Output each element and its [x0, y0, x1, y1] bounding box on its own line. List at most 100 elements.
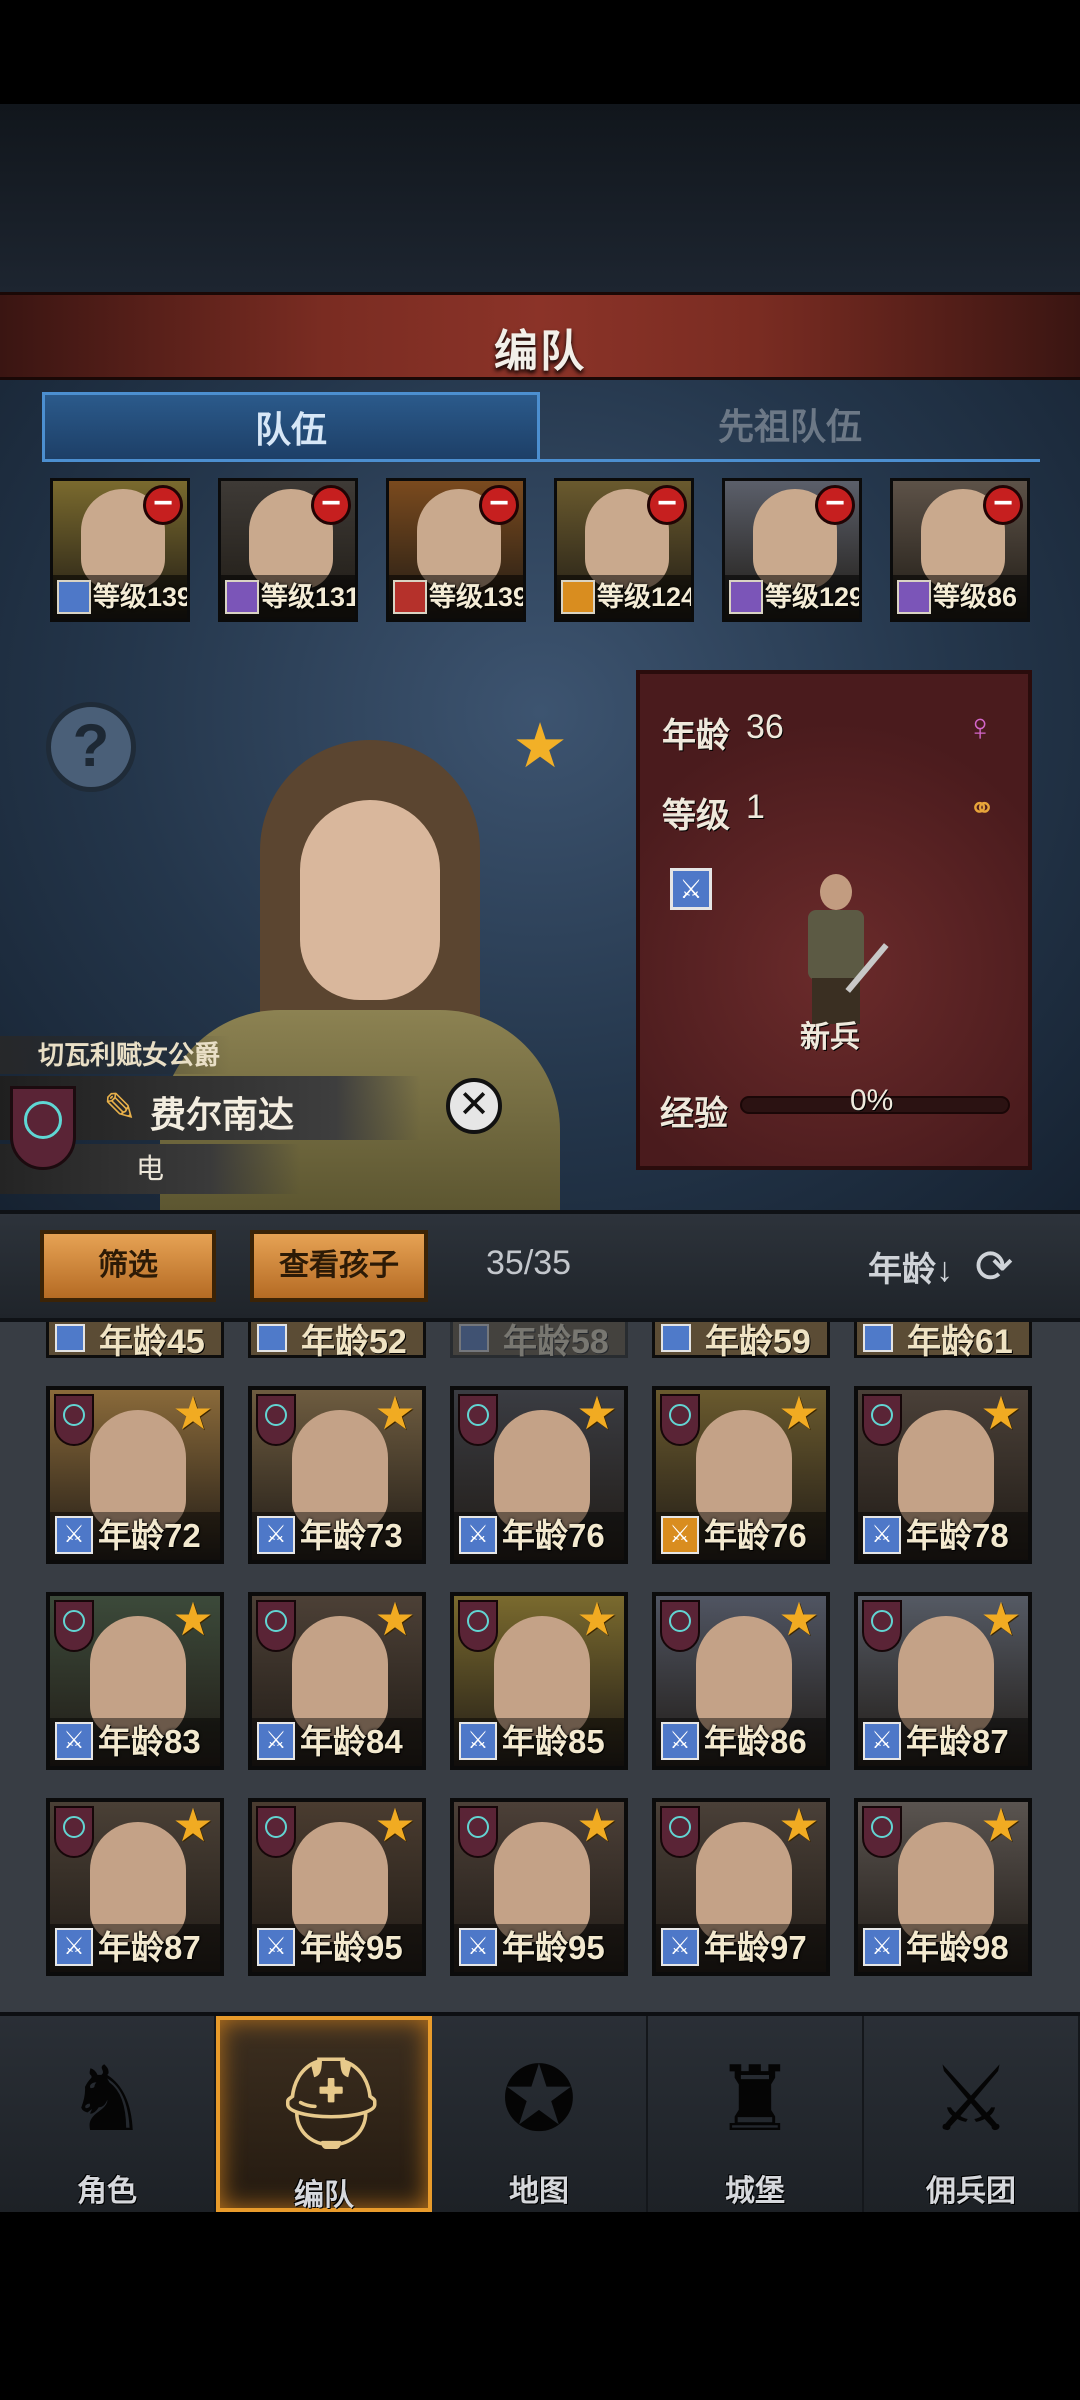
star-icon: ★: [172, 1593, 214, 1645]
star-icon: ★: [374, 1593, 416, 1645]
character-card[interactable]: ★ 年龄95 ⚔: [450, 1798, 628, 1976]
help-button[interactable]: ?: [46, 702, 136, 792]
tab-ancestor-team[interactable]: 先祖队伍: [540, 392, 1040, 462]
class-icon: ⚔: [459, 1516, 497, 1554]
character-card[interactable]: ★ 年龄84 ⚔: [248, 1592, 426, 1770]
nav-compass-map[interactable]: ✪ 地图: [432, 2016, 648, 2216]
character-card[interactable]: ★ 年龄85 ⚔: [450, 1592, 628, 1770]
class-icon: ⚔: [55, 1928, 93, 1966]
house-shield-icon: [660, 1600, 700, 1652]
character-card[interactable]: ★ 年龄87 ⚔: [46, 1798, 224, 1976]
nav-castle[interactable]: ♜ 城堡: [648, 2016, 864, 2216]
xp-value: 0%: [850, 1084, 894, 1117]
tab-team[interactable]: 队伍: [42, 392, 540, 462]
filter-button[interactable]: 筛选: [40, 1230, 216, 1302]
nav-helmet[interactable]: ⛑ 编队: [216, 2016, 432, 2212]
remove-icon[interactable]: −: [311, 485, 351, 525]
edit-pencil-icon[interactable]: ✎: [96, 1084, 144, 1132]
castle-icon: ♜: [714, 2050, 796, 2150]
mercenary-icon: ⚔: [930, 2050, 1012, 2150]
star-icon: ★: [778, 1799, 820, 1851]
star-icon: ★: [778, 1387, 820, 1439]
character-card-partial[interactable]: 年龄61: [854, 1322, 1032, 1361]
level-value: 1: [746, 788, 765, 826]
character-card[interactable]: ★ 年龄72 ⚔: [46, 1386, 224, 1564]
bottom-nav: ♞ 角色 ⛑ 编队 ✪ 地图 ♜ 城堡 ⚔ 佣兵团: [0, 2012, 1080, 2216]
star-icon: ★: [980, 1593, 1022, 1645]
character-card[interactable]: ★ 年龄95 ⚔: [248, 1798, 426, 1976]
age-value: 36: [746, 708, 784, 746]
character-card[interactable]: ★ 年龄97 ⚔: [652, 1798, 830, 1976]
level-label: 等级: [662, 797, 730, 835]
character-card[interactable]: ★ 年龄87 ⚔: [854, 1592, 1032, 1770]
class-icon: ⚔: [257, 1928, 295, 1966]
roster-slot[interactable]: − 等级139: [50, 478, 190, 622]
character-card[interactable]: ★ 年龄73 ⚔: [248, 1386, 426, 1564]
helmet-icon: ⛑: [274, 2054, 389, 2154]
card-age: 年龄61: [907, 1323, 1013, 1361]
remove-icon[interactable]: −: [983, 485, 1023, 525]
house-shield-icon: [458, 1600, 498, 1652]
partial-row: 年龄45 年龄52 年龄58 年龄59 年龄61: [0, 1322, 1080, 1361]
roster-slot[interactable]: − 等级124: [554, 478, 694, 622]
close-icon[interactable]: ✕: [446, 1078, 502, 1134]
house-shield-icon: [256, 1394, 296, 1446]
character-card-partial[interactable]: 年龄58: [450, 1322, 628, 1361]
character-card[interactable]: ★ 年龄76 ⚔: [652, 1386, 830, 1564]
class-icon: [459, 1324, 489, 1352]
roster-slot[interactable]: − 等级131: [218, 478, 358, 622]
house-shield-icon: [660, 1806, 700, 1858]
character-card[interactable]: ★ 年龄78 ⚔: [854, 1386, 1032, 1564]
nav-label: 地图: [509, 2175, 569, 2208]
roster-slot[interactable]: − 等级129: [722, 478, 862, 622]
class-icon: [561, 580, 595, 614]
character-card-partial[interactable]: 年龄52: [248, 1322, 426, 1361]
roster-count: 35/35: [486, 1244, 572, 1282]
character-card[interactable]: ★ 年龄83 ⚔: [46, 1592, 224, 1770]
card-age: 年龄45: [99, 1323, 205, 1361]
star-icon: ★: [980, 1799, 1022, 1851]
sword-class-icon: ⚔: [670, 868, 712, 910]
house-shield-icon: [10, 1086, 76, 1170]
character-card[interactable]: ★ 年龄76 ⚔: [450, 1386, 628, 1564]
nav-label: 城堡: [725, 2175, 785, 2208]
house-shield-icon: [256, 1806, 296, 1858]
rings-icon[interactable]: ⚭: [960, 788, 1004, 828]
class-icon: [257, 1324, 287, 1352]
star-icon: ★: [576, 1799, 618, 1851]
class-icon: ⚔: [55, 1516, 93, 1554]
class-icon: [393, 580, 427, 614]
class-icon: [729, 580, 763, 614]
character-card[interactable]: ★ 年龄98 ⚔: [854, 1798, 1032, 1976]
remove-icon[interactable]: −: [143, 485, 183, 525]
star-icon: ★: [172, 1387, 214, 1439]
class-icon: ⚔: [863, 1928, 901, 1966]
nav-knight[interactable]: ♞ 角色: [0, 2016, 216, 2216]
house-shield-icon: [862, 1806, 902, 1858]
card-age: 年龄58: [503, 1323, 609, 1361]
nav-label: 佣兵团: [926, 2175, 1016, 2208]
star-icon: ★: [778, 1593, 820, 1645]
class-icon: ⚔: [257, 1722, 295, 1760]
remove-icon[interactable]: −: [647, 485, 687, 525]
class-icon: ⚔: [661, 1722, 699, 1760]
nav-mercenary[interactable]: ⚔ 佣兵团: [864, 2016, 1080, 2216]
refresh-icon[interactable]: ⟳: [966, 1238, 1022, 1294]
roster-slot[interactable]: − 等级86: [890, 478, 1030, 622]
title-bar: 编队: [0, 292, 1080, 380]
sort-button[interactable]: 年龄↓: [868, 1242, 953, 1291]
character-card-partial[interactable]: 年龄59: [652, 1322, 830, 1361]
class-icon: ⚔: [661, 1516, 699, 1554]
character-card-partial[interactable]: 年龄45: [46, 1322, 224, 1361]
roster-slot[interactable]: − 等级139: [386, 478, 526, 622]
compass-map-icon: ✪: [501, 2050, 577, 2150]
card-age: 年龄59: [705, 1323, 811, 1361]
class-icon: [225, 580, 259, 614]
character-card[interactable]: ★ 年龄86 ⚔: [652, 1592, 830, 1770]
character-name[interactable]: 费尔南达: [150, 1086, 294, 1138]
remove-icon[interactable]: −: [815, 485, 855, 525]
remove-icon[interactable]: −: [479, 485, 519, 525]
class-icon: ⚔: [459, 1722, 497, 1760]
view-children-button[interactable]: 查看孩子: [250, 1230, 428, 1302]
house-shield-icon: [54, 1600, 94, 1652]
